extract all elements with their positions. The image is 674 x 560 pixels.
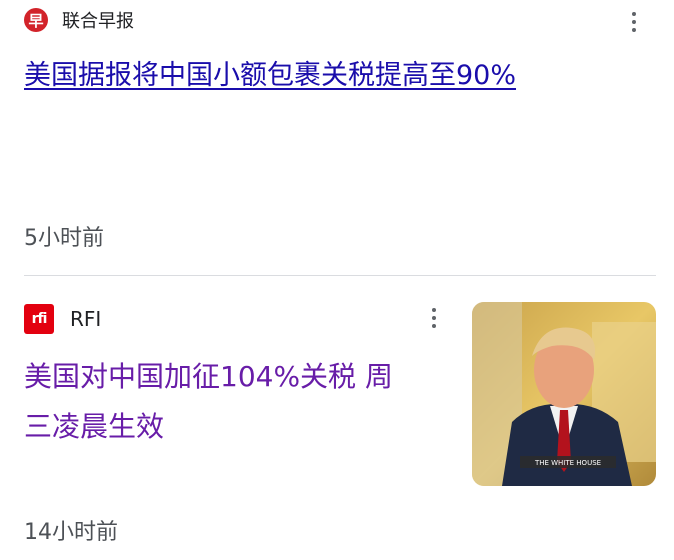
article-thumbnail[interactable]: THE WHITE HOUSE [472,302,656,486]
source-row: rfi RFI [24,300,101,338]
timestamp: 14小时前 [24,520,118,545]
thumbnail-caption: THE WHITE HOUSE [534,459,601,467]
news-card-1[interactable]: 早 联合早报 美国据报将中国小额包裹关税提高至90% 5小时前 [24,0,656,276]
news-card-2[interactable]: rfi RFI 美国对中国加征104%关税 周 三凌晨生效 THE WHITE … [24,296,656,560]
more-options-button[interactable] [622,6,646,38]
thumbnail-image: THE WHITE HOUSE [472,302,656,486]
logo-glyph: rfi [31,311,48,327]
more-vert-dot [432,324,436,328]
headline-line-2: 三凌晨生效 [24,410,165,443]
headline-link[interactable]: 美国对中国加征104%关税 周 三凌晨生效 [24,352,444,452]
more-vert-icon [632,12,636,16]
more-vert-dot [632,28,636,32]
rfi-logo-icon: rfi [24,304,54,334]
headline-line-1: 美国对中国加征104%关税 周 [24,360,393,393]
headline-link[interactable]: 美国据报将中国小额包裹关税提高至90% [24,56,516,96]
source-name: 联合早报 [62,11,134,32]
zaobao-logo-icon: 早 [24,8,48,32]
source-name: RFI [70,307,102,331]
more-vert-dot [432,316,436,320]
more-vert-dot [632,20,636,24]
source-row: 早 联合早报 [24,0,656,40]
logo-glyph: 早 [28,11,44,30]
timestamp: 5小时前 [24,226,104,251]
more-options-button[interactable] [422,302,446,334]
more-vert-icon [432,308,436,312]
